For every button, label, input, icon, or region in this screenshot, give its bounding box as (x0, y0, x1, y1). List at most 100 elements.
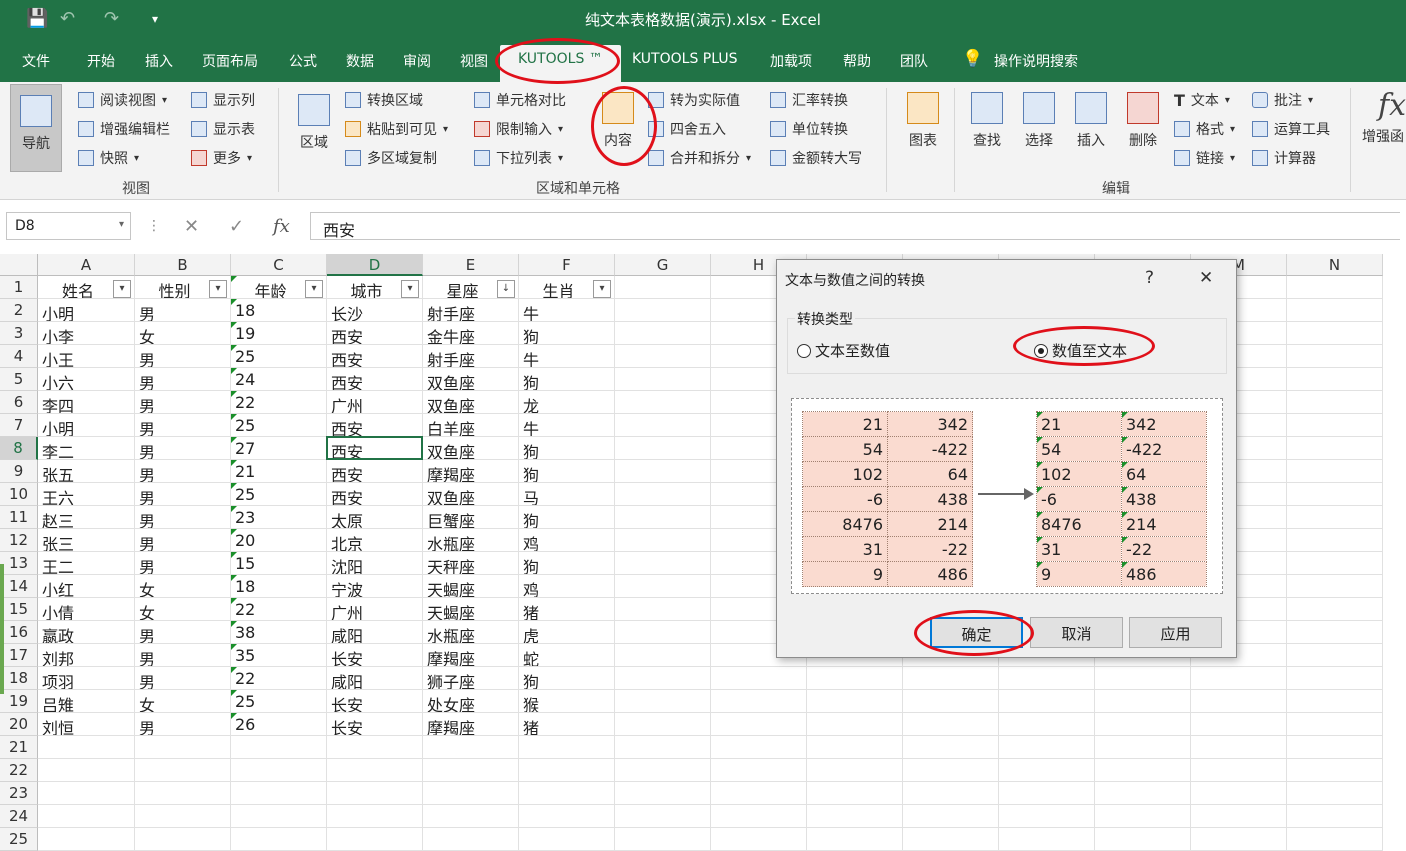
table-cell[interactable]: 男 (135, 552, 231, 575)
tab-kutools[interactable]: KUTOOLS ™ (500, 45, 621, 82)
table-cell[interactable]: 长安 (327, 644, 423, 667)
table-cell[interactable]: 鸡 (519, 575, 615, 598)
paste-to-visible-button[interactable]: 粘贴到可见 ▾ (345, 119, 448, 139)
empty-cell[interactable] (1191, 782, 1287, 805)
table-cell[interactable]: 白羊座 (423, 414, 519, 437)
show-columns-button[interactable]: 显示列 (191, 90, 255, 110)
table-cell[interactable]: 女 (135, 598, 231, 621)
empty-cell[interactable] (519, 828, 615, 851)
row-header[interactable]: 20 (0, 713, 38, 736)
row-header[interactable]: 18 (0, 667, 38, 690)
filter-dropdown-icon[interactable]: ▾ (113, 280, 131, 298)
tab-review[interactable]: 审阅 (403, 51, 431, 71)
empty-cell[interactable] (1287, 667, 1383, 690)
table-cell[interactable]: 女 (135, 690, 231, 713)
table-cell[interactable]: 射手座 (423, 299, 519, 322)
filter-dropdown-icon[interactable]: ▾ (593, 280, 611, 298)
table-cell[interactable]: 西安 (327, 368, 423, 391)
table-cell[interactable]: 女 (135, 575, 231, 598)
table-cell[interactable]: 猪 (519, 713, 615, 736)
filter-dropdown-icon[interactable]: ▾ (305, 280, 323, 298)
comment-button[interactable]: 批注 ▾ (1252, 90, 1313, 110)
tab-kutools-plus[interactable]: KUTOOLS PLUS (632, 51, 737, 67)
table-cell[interactable]: 西安 (327, 414, 423, 437)
table-cell[interactable]: 刘邦 (38, 644, 135, 667)
empty-cell[interactable] (135, 736, 231, 759)
empty-cell[interactable] (615, 483, 711, 506)
table-cell[interactable]: 广州 (327, 598, 423, 621)
row-header[interactable]: 12 (0, 529, 38, 552)
table-cell[interactable]: 刘恒 (38, 713, 135, 736)
empty-cell[interactable] (1287, 345, 1383, 368)
table-cell[interactable]: 狗 (519, 437, 615, 460)
tab-file[interactable]: 文件 (22, 51, 50, 71)
ok-button[interactable]: 确定 (930, 617, 1023, 648)
tab-insert[interactable]: 插入 (145, 51, 173, 71)
header-cell[interactable]: 性别 ▾ (135, 276, 231, 299)
table-cell[interactable]: 35 (231, 644, 327, 667)
empty-cell[interactable] (1287, 414, 1383, 437)
empty-cell[interactable] (711, 713, 807, 736)
empty-cell[interactable] (1287, 552, 1383, 575)
empty-cell[interactable] (1095, 713, 1191, 736)
empty-cell[interactable] (38, 828, 135, 851)
table-cell[interactable]: 双鱼座 (423, 483, 519, 506)
table-cell[interactable]: 19 (231, 322, 327, 345)
table-cell[interactable]: 宁波 (327, 575, 423, 598)
empty-cell[interactable] (711, 805, 807, 828)
empty-cell[interactable] (1095, 828, 1191, 851)
empty-cell[interactable] (615, 529, 711, 552)
table-cell[interactable]: 小明 (38, 414, 135, 437)
empty-cell[interactable] (807, 782, 903, 805)
table-cell[interactable]: 男 (135, 414, 231, 437)
table-cell[interactable]: 水瓶座 (423, 621, 519, 644)
empty-cell[interactable] (1287, 483, 1383, 506)
table-cell[interactable]: 男 (135, 529, 231, 552)
insert-function-icon[interactable]: fx (273, 216, 290, 237)
header-cell[interactable]: 生肖 ▾ (519, 276, 615, 299)
row-header[interactable]: 6 (0, 391, 38, 414)
delete-button[interactable]: 删除 (1124, 92, 1162, 150)
table-cell[interactable]: 22 (231, 598, 327, 621)
row-header[interactable]: 15 (0, 598, 38, 621)
empty-cell[interactable] (807, 690, 903, 713)
empty-cell[interactable] (1287, 391, 1383, 414)
table-cell[interactable]: 26 (231, 713, 327, 736)
tab-help[interactable]: 帮助 (843, 51, 871, 71)
empty-cell[interactable] (423, 736, 519, 759)
empty-cell[interactable] (1287, 460, 1383, 483)
empty-cell[interactable] (999, 759, 1095, 782)
tab-page-layout[interactable]: 页面布局 (202, 51, 258, 71)
row-header[interactable]: 22 (0, 759, 38, 782)
navigation-button[interactable]: 导航 (10, 84, 62, 172)
empty-cell[interactable] (711, 736, 807, 759)
empty-cell[interactable] (1287, 736, 1383, 759)
empty-cell[interactable] (615, 322, 711, 345)
empty-cell[interactable] (615, 759, 711, 782)
empty-cell[interactable] (615, 575, 711, 598)
filter-dropdown-icon[interactable]: ▾ (401, 280, 419, 298)
empty-cell[interactable] (999, 667, 1095, 690)
empty-cell[interactable] (1191, 713, 1287, 736)
empty-cell[interactable] (1095, 667, 1191, 690)
empty-cell[interactable] (231, 805, 327, 828)
empty-cell[interactable] (807, 713, 903, 736)
table-cell[interactable]: 项羽 (38, 667, 135, 690)
table-cell[interactable]: 狗 (519, 552, 615, 575)
table-cell[interactable]: 小王 (38, 345, 135, 368)
empty-cell[interactable] (519, 805, 615, 828)
empty-cell[interactable] (711, 667, 807, 690)
empty-cell[interactable] (1191, 690, 1287, 713)
empty-cell[interactable] (615, 690, 711, 713)
empty-cell[interactable] (903, 713, 999, 736)
row-header[interactable]: 16 (0, 621, 38, 644)
empty-cell[interactable] (135, 759, 231, 782)
unit-convert-button[interactable]: 单位转换 (770, 119, 848, 139)
empty-cell[interactable] (327, 759, 423, 782)
row-header[interactable]: 2 (0, 299, 38, 322)
table-cell[interactable]: 牛 (519, 345, 615, 368)
link-button[interactable]: 链接 ▾ (1174, 148, 1235, 168)
row-header[interactable]: 4 (0, 345, 38, 368)
help-icon[interactable]: ? (1145, 268, 1154, 288)
table-cell[interactable]: 女 (135, 322, 231, 345)
